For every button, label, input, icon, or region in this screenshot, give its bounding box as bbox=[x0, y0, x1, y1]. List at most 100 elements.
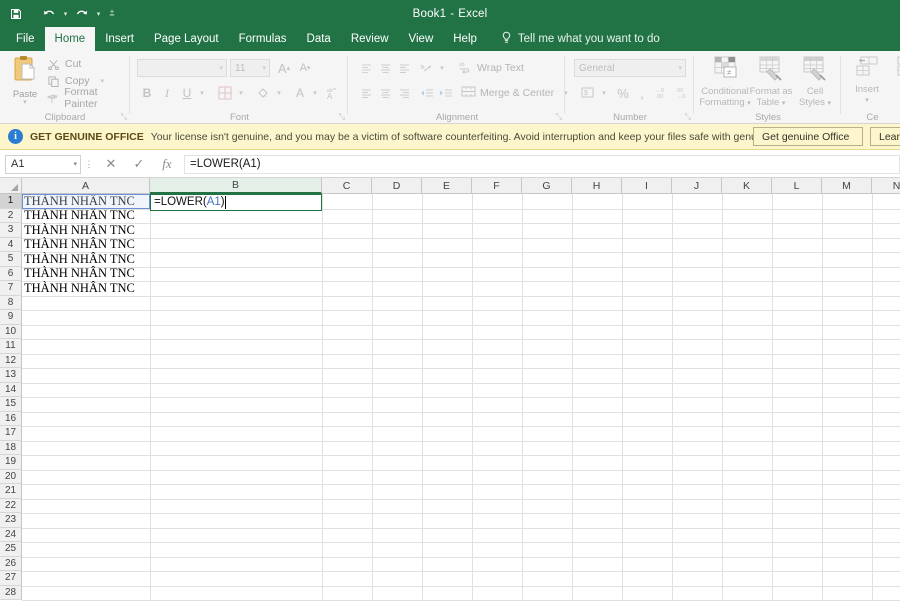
row-header-2[interactable]: 2 bbox=[0, 208, 22, 223]
font-name-combo[interactable]: ▾ bbox=[137, 59, 227, 77]
column-header-c[interactable]: C bbox=[322, 178, 372, 194]
row-header-18[interactable]: 18 bbox=[0, 440, 22, 455]
align-right-icon[interactable] bbox=[395, 84, 413, 102]
column-header-a[interactable]: A bbox=[22, 178, 150, 194]
cell-a1[interactable]: THÀNH NHÂN TNC bbox=[22, 194, 150, 209]
font-color-caret-icon[interactable]: ▾ bbox=[309, 83, 321, 103]
align-left-icon[interactable] bbox=[357, 84, 375, 102]
paste-caret-icon[interactable]: ▾ bbox=[23, 99, 27, 106]
redo-caret-icon[interactable]: ▾ bbox=[94, 3, 103, 25]
delete-cells-button[interactable]: De bbox=[889, 55, 900, 115]
number-format-combo[interactable]: General ▾ bbox=[574, 59, 686, 77]
format-as-table-button[interactable]: Format as Table ▾ bbox=[747, 55, 795, 115]
undo-icon[interactable] bbox=[39, 3, 59, 25]
cell-a4[interactable]: THÀNH NHÂN TNC bbox=[22, 237, 150, 253]
row-header-27[interactable]: 27 bbox=[0, 571, 22, 586]
get-genuine-office-button[interactable]: Get genuine Office bbox=[753, 127, 863, 146]
underline-caret-icon[interactable]: ▾ bbox=[196, 83, 208, 103]
phonetic-guide-icon[interactable]: ab A bbox=[323, 83, 341, 103]
column-header-n[interactable]: N bbox=[872, 178, 900, 194]
row-header-17[interactable]: 17 bbox=[0, 426, 22, 441]
font-color-icon[interactable]: A bbox=[291, 83, 309, 103]
decrease-decimal-icon[interactable]: .00 →.0 bbox=[676, 83, 694, 103]
column-header-k[interactable]: K bbox=[722, 178, 772, 194]
column-header-e[interactable]: E bbox=[422, 178, 472, 194]
cell-styles-button[interactable]: Cell Styles ▾ bbox=[792, 55, 838, 115]
fill-color-caret-icon[interactable]: ▾ bbox=[273, 83, 285, 103]
italic-button[interactable]: I bbox=[158, 83, 176, 103]
row-header-20[interactable]: 20 bbox=[0, 469, 22, 484]
row-header-1[interactable]: 1 bbox=[0, 194, 22, 209]
undo-caret-icon[interactable]: ▾ bbox=[61, 3, 70, 25]
customize-qat-icon[interactable]: ⩲ bbox=[105, 3, 119, 25]
row-header-4[interactable]: 4 bbox=[0, 237, 22, 252]
cell-a7[interactable]: THÀNH NHÂN TNC bbox=[22, 281, 150, 296]
row-header-12[interactable]: 12 bbox=[0, 353, 22, 368]
learn-more-button[interactable]: Learn bbox=[870, 127, 900, 146]
increase-indent-icon[interactable] bbox=[437, 84, 455, 102]
row-header-7[interactable]: 7 bbox=[0, 281, 22, 296]
tab-insert[interactable]: Insert bbox=[95, 27, 144, 51]
cell-a5[interactable]: THÀNH NHÂN TNC bbox=[22, 252, 150, 267]
row-header-6[interactable]: 6 bbox=[0, 266, 22, 281]
insert-function-icon[interactable]: fx bbox=[153, 152, 181, 176]
borders-caret-icon[interactable]: ▾ bbox=[235, 83, 247, 103]
font-size-combo[interactable]: 11 ▾ bbox=[230, 59, 270, 77]
row-header-3[interactable]: 3 bbox=[0, 223, 22, 238]
column-header-i[interactable]: I bbox=[622, 178, 672, 194]
number-dialog-launcher[interactable]: ⤡ bbox=[685, 112, 691, 122]
merge-and-center-button[interactable]: Merge & Center ▾ bbox=[461, 84, 568, 102]
row-header-28[interactable]: 28 bbox=[0, 585, 22, 600]
accounting-caret-icon[interactable]: ▾ bbox=[598, 83, 610, 103]
insert-cells-caret-icon[interactable]: ▾ bbox=[865, 95, 869, 106]
tab-review[interactable]: Review bbox=[341, 27, 399, 51]
decrease-font-size-button[interactable]: A ▾ bbox=[295, 58, 315, 78]
column-header-j[interactable]: J bbox=[672, 178, 722, 194]
underline-button[interactable]: U bbox=[178, 83, 196, 103]
formula-input[interactable]: =LOWER(A1) bbox=[184, 154, 900, 174]
save-icon[interactable] bbox=[6, 3, 26, 25]
row-header-25[interactable]: 25 bbox=[0, 542, 22, 557]
format-painter-button[interactable]: Format Painter bbox=[46, 86, 130, 110]
row-header-10[interactable]: 10 bbox=[0, 324, 22, 339]
alignment-dialog-launcher[interactable]: ⤡ bbox=[556, 112, 562, 122]
row-header-26[interactable]: 26 bbox=[0, 556, 22, 571]
tab-page-layout[interactable]: Page Layout bbox=[144, 27, 229, 51]
column-header-b[interactable]: B bbox=[150, 178, 322, 194]
row-header-5[interactable]: 5 bbox=[0, 252, 22, 267]
name-box[interactable]: A1 ▾ bbox=[5, 154, 81, 174]
bold-button[interactable]: B bbox=[138, 83, 156, 103]
cell-a2[interactable]: THÀNH NHÂN TNC bbox=[22, 208, 150, 224]
cut-button[interactable]: Cut bbox=[46, 56, 81, 72]
row-header-9[interactable]: 9 bbox=[0, 310, 22, 325]
column-header-m[interactable]: M bbox=[822, 178, 872, 194]
row-header-23[interactable]: 23 bbox=[0, 513, 22, 528]
copy-caret-icon[interactable]: ▾ bbox=[101, 77, 105, 85]
tab-data[interactable]: Data bbox=[297, 27, 341, 51]
tab-file[interactable]: File bbox=[6, 27, 45, 51]
tab-help[interactable]: Help bbox=[443, 27, 487, 51]
align-top-icon[interactable] bbox=[357, 59, 375, 77]
percent-style-button[interactable]: % bbox=[614, 83, 632, 103]
borders-icon[interactable] bbox=[215, 83, 235, 103]
wrap-text-button[interactable]: ab Wrap Text bbox=[459, 59, 524, 77]
insert-cells-button[interactable]: Insert ▾ bbox=[848, 55, 886, 115]
in-cell-editor-b1[interactable]: =LOWER(A1) bbox=[150, 194, 322, 211]
cancel-icon[interactable]: ✕ bbox=[97, 152, 125, 176]
clipboard-dialog-launcher[interactable]: ⤡ bbox=[121, 112, 127, 122]
increase-font-size-button[interactable]: A ▴ bbox=[274, 58, 294, 78]
paste-button[interactable]: Paste ▾ bbox=[6, 55, 44, 107]
row-header-13[interactable]: 13 bbox=[0, 368, 22, 383]
row-header-22[interactable]: 22 bbox=[0, 498, 22, 513]
row-header-14[interactable]: 14 bbox=[0, 382, 22, 397]
increase-decimal-icon[interactable]: ←0.00 bbox=[656, 83, 674, 103]
tab-formulas[interactable]: Formulas bbox=[229, 27, 297, 51]
column-header-l[interactable]: L bbox=[772, 178, 822, 194]
cell-a6[interactable]: THÀNH NHÂN TNC bbox=[22, 266, 150, 282]
row-header-11[interactable]: 11 bbox=[0, 339, 22, 354]
row-header-15[interactable]: 15 bbox=[0, 397, 22, 412]
column-header-g[interactable]: G bbox=[522, 178, 572, 194]
select-all-corner[interactable] bbox=[0, 178, 22, 194]
orientation-icon[interactable]: a bbox=[418, 59, 436, 77]
row-header-21[interactable]: 21 bbox=[0, 484, 22, 499]
